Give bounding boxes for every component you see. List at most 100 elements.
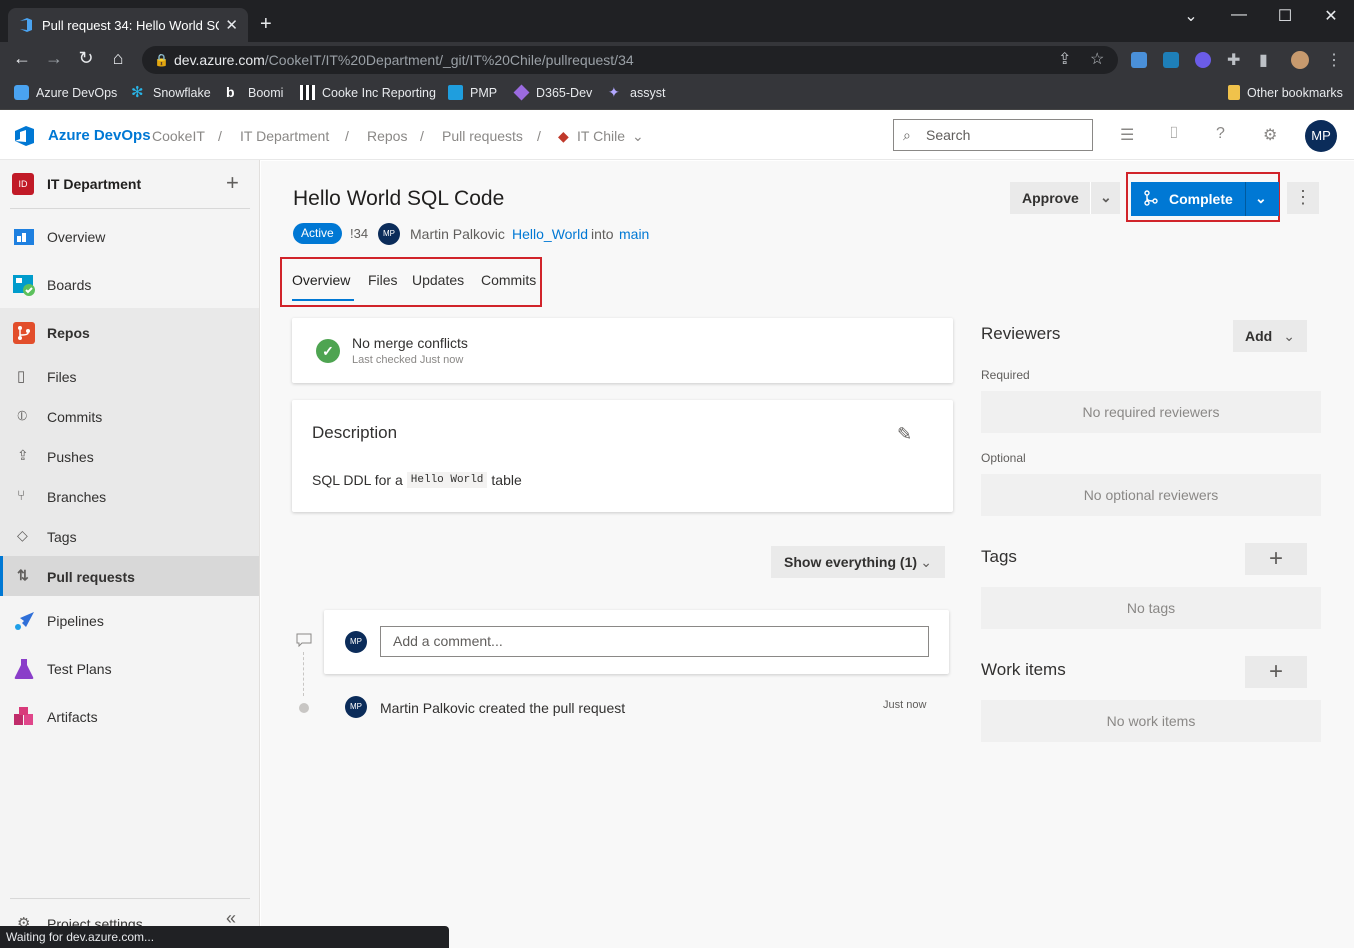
tab-commits[interactable]: Commits (481, 272, 536, 288)
divider (1090, 182, 1091, 214)
back-icon[interactable]: ← (10, 48, 34, 69)
brand-link[interactable]: Azure DevOps (48, 127, 151, 144)
marketplace-bag-icon[interactable]: ⌷ (1169, 125, 1179, 143)
tab-overview[interactable]: Overview (292, 272, 350, 288)
comment-input[interactable]: Add a comment... (380, 626, 929, 657)
task-list-icon[interactable]: ☰ (1120, 125, 1134, 145)
nav-files[interactable]: ▯ Files (0, 364, 259, 390)
bookmarks-bar: Azure DevOps ✻ Snowflake b Boomi Cooke Inc… (0, 78, 1354, 110)
nav-tags[interactable]: ◇ Tags (0, 524, 259, 550)
project-name[interactable]: IT Department (47, 176, 141, 192)
edit-pencil-icon[interactable]: ✎ (897, 424, 912, 445)
add-work-item-plus-icon[interactable]: + (1245, 656, 1307, 688)
nav-commits[interactable]: ⦶ Commits (0, 404, 259, 430)
help-icon[interactable]: ? (1216, 125, 1225, 143)
project-badge: ID (12, 173, 34, 195)
chevron-down-icon: ⌄ (920, 554, 932, 570)
source-branch-link[interactable]: Hello_World (512, 226, 588, 242)
chevron-down-icon[interactable]: ⌄ (632, 128, 644, 145)
home-icon[interactable]: ⌂ (106, 48, 130, 69)
extension-app-icon[interactable] (1195, 52, 1211, 68)
bookmark-azure-devops[interactable]: Azure DevOps (14, 85, 117, 100)
snowflake-icon: ✻ (131, 84, 144, 101)
breadcrumb-pull-requests[interactable]: Pull requests (442, 128, 523, 144)
breadcrumb-separator: / (345, 128, 349, 144)
bookmark-star-icon[interactable]: ☆ (1090, 46, 1104, 74)
merge-status-title: No merge conflicts (352, 335, 468, 351)
nav-branches[interactable]: ⑂ Branches (0, 484, 259, 510)
nav-pull-requests[interactable]: ⇅ Pull requests (0, 564, 259, 590)
extension-ps-icon[interactable] (1163, 52, 1179, 68)
nav-boards[interactable]: Boards (0, 272, 259, 298)
nav-pushes[interactable]: ⇪ Pushes (0, 444, 259, 470)
tab-search-icon[interactable]: ⌄ (1176, 6, 1206, 26)
nav-repos[interactable]: Repos (0, 320, 259, 346)
add-reviewer-button[interactable]: Add ⌄ (1233, 320, 1307, 352)
window-close-icon[interactable]: ✕ (1316, 6, 1346, 26)
user-avatar[interactable]: MP (1305, 120, 1337, 152)
browser-tab[interactable]: Pull request 34: Hello World SQL ✕ (8, 8, 248, 42)
tab-files[interactable]: Files (368, 272, 398, 288)
maximize-icon[interactable]: ☐ (1270, 6, 1300, 26)
tab-title: Pull request 34: Hello World SQL (42, 17, 220, 33)
breadcrumb-project[interactable]: IT Department (240, 128, 329, 144)
target-branch-link[interactable]: main (619, 226, 649, 242)
checkmark-icon: ✓ (316, 339, 340, 363)
side-panel-icon[interactable]: ▮ (1259, 50, 1268, 70)
bookmark-assyst[interactable]: ✦ assyst (608, 85, 665, 100)
complete-button[interactable]: Complete ⌄ (1131, 182, 1279, 216)
nav-pipelines[interactable]: Pipelines (0, 608, 259, 634)
new-item-plus-icon[interactable]: + (226, 170, 239, 196)
extension-cloud-icon[interactable] (1131, 52, 1147, 68)
tab-close-icon[interactable]: ✕ (225, 16, 238, 34)
azure-devops-logo-icon[interactable] (14, 125, 36, 147)
add-tag-plus-icon[interactable]: + (1245, 543, 1307, 575)
breadcrumb-repo[interactable]: IT Chile (577, 128, 625, 144)
breadcrumb-org[interactable]: CookeIT (152, 128, 205, 144)
minimize-icon[interactable]: — (1224, 6, 1254, 24)
nav-overview[interactable]: Overview (0, 224, 259, 250)
bookmark-d365-dev[interactable]: D365-Dev (513, 84, 592, 101)
user-settings-icon[interactable]: ⚙ (1263, 125, 1277, 145)
page-title: Hello World SQL Code (293, 187, 505, 210)
bookmark-other[interactable]: Other bookmarks (1228, 85, 1343, 100)
tag-icon: ◇ (17, 527, 28, 543)
breadcrumb-repos[interactable]: Repos (367, 128, 407, 144)
share-icon[interactable]: ⇪ (1058, 46, 1071, 74)
description-heading: Description (312, 423, 398, 442)
divider (1245, 182, 1246, 216)
folder-icon (1228, 85, 1240, 100)
bookmark-cooke-reporting[interactable]: Cooke Inc Reporting (300, 85, 436, 100)
tab-updates[interactable]: Updates (412, 272, 464, 288)
description-text: SQL DDL for a Hello World table (312, 472, 522, 488)
into-text: into (591, 226, 614, 242)
extensions-puzzle-icon[interactable]: ✚ (1227, 50, 1240, 70)
breadcrumb-separator: / (420, 128, 424, 144)
bookmark-pmp[interactable]: PMP (448, 85, 497, 100)
activity-filter-button[interactable]: Show everything (1) ⌄ (771, 546, 945, 578)
profile-avatar-icon[interactable] (1291, 51, 1309, 69)
new-tab-button[interactable]: + (260, 12, 272, 36)
breadcrumb-separator: / (537, 128, 541, 144)
optional-reviewers-empty: No optional reviewers (981, 474, 1321, 516)
url-host: dev.azure.com (174, 52, 265, 68)
reload-icon[interactable]: ↻ (74, 48, 98, 69)
nav-artifacts[interactable]: Artifacts (0, 704, 259, 730)
bookmark-boomi[interactable]: b Boomi (226, 85, 283, 100)
power-bi-icon (300, 85, 315, 100)
work-items-heading: Work items (981, 660, 1066, 679)
approve-button[interactable]: Approve ⌄ (1010, 182, 1120, 214)
more-actions-icon[interactable]: ⋮ (1287, 182, 1319, 214)
chevron-down-icon[interactable]: ⌄ (1100, 189, 1112, 206)
bookmark-snowflake[interactable]: ✻ Snowflake (131, 85, 211, 100)
author-name: Martin Palkovic (410, 226, 505, 242)
boomi-icon: b (226, 84, 235, 100)
chrome-menu-icon[interactable]: ⋮ (1326, 50, 1342, 70)
search-input[interactable]: ⌕ Search (893, 119, 1093, 151)
nav-test-plans[interactable]: Test Plans (0, 656, 259, 682)
forward-icon[interactable]: → (42, 48, 66, 69)
activity-event-time: Just now (883, 699, 927, 711)
chevron-down-icon[interactable]: ⌄ (1255, 190, 1267, 207)
timeline-line (303, 652, 304, 696)
address-bar[interactable]: 🔒 dev.azure.com/CookeIT/IT%20Department/… (142, 46, 1118, 74)
